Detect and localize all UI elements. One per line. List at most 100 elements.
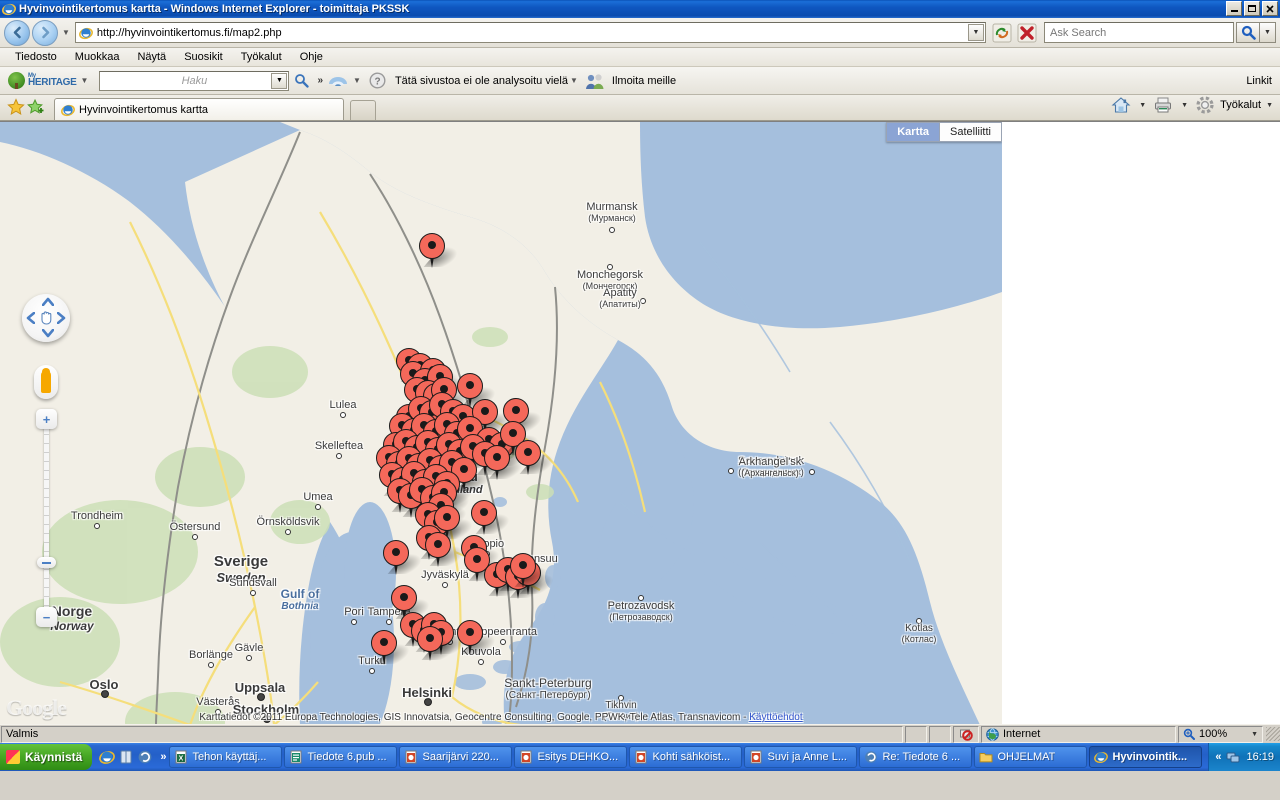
security-zone[interactable]: Internet [981,725,1176,743]
quicklaunch-ie-icon[interactable] [99,749,116,765]
menu-item-muokkaa[interactable]: Muokkaa [66,50,129,64]
city-dot [250,590,256,596]
myheritage-search-button[interactable] [289,69,313,93]
city-dot [94,523,100,529]
popup-blocked-icon[interactable] [953,725,979,743]
wot-icon[interactable] [326,69,350,93]
terms-link[interactable]: Käyttöehdot [749,712,802,723]
taskbar-task[interactable]: Re: Tiedote 6 ... [859,746,973,768]
quicklaunch-book-icon[interactable] [118,749,134,765]
back-button[interactable] [4,19,30,46]
taskbar-task[interactable]: Tiedote 6.pub ... [284,746,398,768]
marker-hole [466,424,474,432]
tab-label: Hyvinvointikertomus kartta [79,103,208,116]
pan-down-button[interactable] [42,329,54,338]
menu-item-tiedosto[interactable]: Tiedosto [6,50,66,64]
report-link[interactable]: Ilmoita meille [612,75,676,87]
home-caret[interactable]: ▼ [1139,102,1146,109]
toolbar-overflow-chevron[interactable]: » [317,75,323,86]
print-icon[interactable] [1151,93,1175,117]
pan-control[interactable] [22,294,70,342]
wot-caret[interactable]: ▼ [353,76,361,85]
start-button[interactable]: Käynnistä [0,744,93,770]
search-go-button[interactable] [1236,22,1260,43]
pan-hand-icon[interactable] [38,309,54,325]
new-tab-button[interactable] [350,100,376,120]
taskbar-task[interactable]: Esitys DEHKO... [514,746,628,768]
map-type-satelliitti[interactable]: Satelliitti [939,123,1001,141]
tools-label[interactable]: Työkalut [1220,99,1261,111]
search-dropdown-caret[interactable]: ▼ [1260,22,1276,43]
close-button[interactable] [1262,1,1278,16]
minimize-button[interactable] [1226,1,1242,16]
zoom-out-button[interactable]: − [36,607,57,627]
marker-hole [400,593,408,601]
map-type-control[interactable]: Kartta Satelliitti [886,122,1002,142]
google-map[interactable]: Murmansk (Мурманск) Monchegorsk (Мончегорск… [0,122,1002,724]
quicklaunch-outlook-icon[interactable] [137,749,153,765]
taskbar-clock[interactable]: 16:19 [1246,751,1274,763]
myheritage-logo[interactable]: My HERITAGE [8,72,77,89]
analysis-caret[interactable]: ▼ [570,76,578,85]
taskbar-task[interactable]: Suvi ja Anne L... [744,746,858,768]
pan-up-button[interactable] [42,297,54,306]
map-marker[interactable] [510,553,556,589]
resize-grip[interactable] [1266,727,1280,741]
zoom-slider-thumb[interactable] [37,557,56,568]
map-marker[interactable] [417,626,463,662]
map-marker[interactable] [457,620,503,656]
map-marker[interactable] [515,440,561,476]
network-icon[interactable] [1226,750,1241,764]
pan-right-button[interactable] [57,312,66,324]
zoom-level-caret[interactable]: ▼ [1251,731,1258,738]
tab-hyvinvointikertomus[interactable]: Hyvinvointikertomus kartta [54,98,344,120]
stop-button[interactable] [1015,21,1039,45]
links-label[interactable]: Linkit [1246,75,1272,87]
gear-icon[interactable] [1193,93,1217,117]
taskbar-task[interactable]: X Tehon käyttäj... [169,746,283,768]
search-input[interactable]: Ask Search [1044,22,1234,43]
menu-item-ohje[interactable]: Ohje [291,50,332,64]
zoom-track[interactable] [44,425,49,611]
tray-expand-chevron[interactable]: « [1215,751,1221,763]
people-icon[interactable] [583,69,607,93]
tree-icon [8,72,25,89]
map-marker[interactable] [371,630,417,666]
map-type-kartta[interactable]: Kartta [887,123,940,141]
taskbar-task[interactable]: Hyvinvointik... [1089,746,1203,768]
map-marker[interactable] [419,233,465,269]
taskbar-task[interactable]: Kohti sähköist... [629,746,743,768]
quicklaunch-overflow-chevron[interactable]: » [160,751,166,763]
refresh-button[interactable] [990,21,1014,45]
url-bar[interactable]: http://hyvinvointikertomus.fi/map2.php ▼ [74,22,986,43]
zoom-in-button[interactable]: + [36,409,57,429]
map-marker[interactable] [383,540,429,576]
myheritage-search-input[interactable]: Haku ▼ [99,70,290,91]
myheritage-search-caret[interactable]: ▼ [271,72,288,89]
add-favorite-icon[interactable] [26,97,46,117]
map-marker[interactable] [471,500,517,536]
home-icon[interactable] [1109,93,1133,117]
menu-item-tyokalut[interactable]: Työkalut [232,50,291,64]
street-view-pegman[interactable] [34,365,58,399]
city-dot [478,659,484,665]
menu-item-suosikit[interactable]: Suosikit [175,50,232,64]
pan-left-button[interactable] [26,312,35,324]
print-caret[interactable]: ▼ [1181,102,1188,109]
taskbar-task[interactable]: OHJELMAT [974,746,1088,768]
favorites-icon[interactable] [6,97,26,117]
tools-caret[interactable]: ▼ [1266,102,1273,109]
map-marker[interactable] [425,532,471,568]
myheritage-caret[interactable]: ▼ [81,76,89,85]
marker-hole [493,453,501,461]
zoom-level-control[interactable]: 100% ▼ [1178,725,1263,743]
menu-item-nayta[interactable]: Näytä [128,50,175,64]
history-dropdown-caret[interactable]: ▼ [62,28,70,37]
question-icon[interactable]: ? [366,69,390,93]
zoom-control[interactable]: + − [36,409,57,627]
map-marker[interactable] [484,445,530,481]
forward-button[interactable] [32,19,58,46]
maximize-button[interactable] [1244,1,1260,16]
taskbar-task[interactable]: Saarijärvi 220... [399,746,513,768]
url-dropdown-caret[interactable]: ▼ [968,24,984,41]
